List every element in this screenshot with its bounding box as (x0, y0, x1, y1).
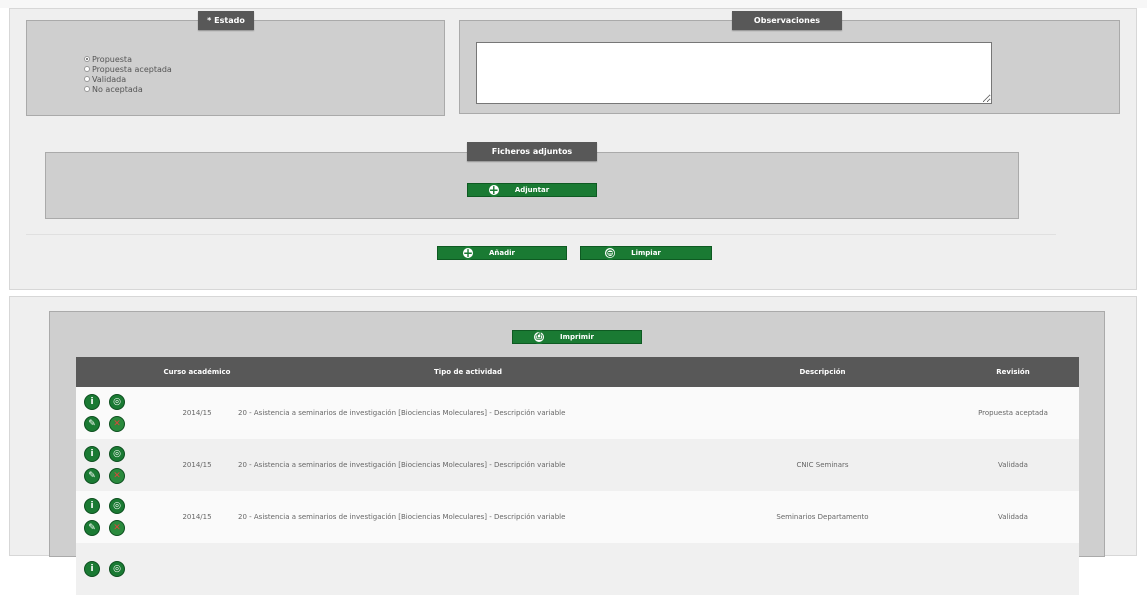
col-actions-header (76, 357, 156, 387)
radio-propuesta-aceptada-label: Propuesta aceptada (92, 64, 172, 74)
anadir-label: Añadir (489, 249, 515, 257)
edit-icon[interactable]: ✎ (84, 416, 100, 432)
col-curso-header: Curso académico (156, 357, 238, 387)
delete-icon[interactable]: ✕ (109, 416, 125, 432)
radio-validada-button[interactable] (84, 76, 90, 82)
radio-no-aceptada-button[interactable] (84, 86, 90, 92)
activities-table: Curso académico Tipo de actividad Descri… (76, 357, 1079, 595)
cell-descripcion: Seminarios Departamento (698, 491, 947, 543)
limpiar-button[interactable]: ⊜ Limpiar (580, 246, 712, 260)
cell-descripcion: CNIC Seminars (698, 439, 947, 491)
radio-no-aceptada-label: No aceptada (92, 84, 143, 94)
top-strip (0, 0, 1147, 8)
view-icon[interactable]: ◎ (109, 561, 125, 577)
view-icon[interactable]: ◎ (109, 446, 125, 462)
list-inner-panel: ⎙ Imprimir Curso académico Tipo de activ… (49, 311, 1105, 595)
add-icon: + (461, 246, 475, 260)
cell-tipo: 20 - Asistencia a seminarios de investig… (238, 439, 698, 491)
estado-fieldset: * Estado Propuesta Propuesta aceptada Va… (26, 11, 445, 116)
view-icon[interactable]: ◎ (109, 498, 125, 514)
radio-validada[interactable]: Validada (84, 74, 126, 84)
info-icon[interactable]: i (84, 446, 100, 462)
cell-revision: Validada (947, 439, 1079, 491)
list-panel: ⎙ Imprimir Curso académico Tipo de activ… (9, 296, 1137, 595)
view-icon[interactable]: ◎ (109, 394, 125, 410)
form-panel: * Estado Propuesta Propuesta aceptada Va… (9, 8, 1137, 290)
table-row: i ◎ ✎ ✕ 2014/15 20 - Asistencia a semina… (76, 491, 1079, 543)
delete-icon[interactable]: ✕ (109, 468, 125, 484)
cell-tipo (238, 543, 698, 595)
cell-curso: 2014/15 (156, 439, 238, 491)
cell-curso (156, 543, 238, 595)
table-row: i ◎ ✎ ✕ 2014/15 20 - Asistencia a semina… (76, 439, 1079, 491)
table-header: Curso académico Tipo de actividad Descri… (76, 357, 1079, 387)
cell-curso: 2014/15 (156, 387, 238, 439)
radio-validada-label: Validada (92, 74, 127, 84)
table-row: i ◎ (76, 543, 1079, 595)
col-descripcion-header: Descripción (698, 357, 947, 387)
adjuntar-label: Adjuntar (514, 186, 550, 194)
ficheros-fieldset: Ficheros adjuntos + Adjuntar (45, 142, 1019, 219)
imprimir-label: Imprimir (560, 333, 594, 341)
add-icon: + (486, 183, 501, 197)
adjuntar-button[interactable]: + Adjuntar (467, 183, 597, 197)
edit-icon[interactable]: ✎ (84, 468, 100, 484)
imprimir-button[interactable]: ⎙ Imprimir (512, 330, 642, 344)
cell-revision: Validada (947, 491, 1079, 543)
radio-propuesta-label: Propuesta (92, 54, 132, 64)
table-row: i ◎ ✎ ✕ 2014/15 20 - Asistencia a semina… (76, 387, 1079, 439)
clear-icon: ⊜ (603, 246, 618, 260)
col-revision-header: Revisión (947, 357, 1079, 387)
observaciones-legend: Observaciones (732, 11, 842, 30)
cell-revision (947, 543, 1079, 595)
delete-icon[interactable]: ✕ (109, 520, 125, 536)
print-icon: ⎙ (532, 330, 547, 344)
cell-revision: Propuesta aceptada (947, 387, 1079, 439)
radio-propuesta[interactable]: Propuesta (84, 54, 132, 64)
cell-descripcion (698, 387, 947, 439)
cell-descripcion (698, 543, 947, 595)
radio-propuesta-aceptada[interactable]: Propuesta aceptada (84, 64, 172, 74)
radio-propuesta-button[interactable] (84, 56, 90, 62)
cell-tipo: 20 - Asistencia a seminarios de investig… (238, 491, 698, 543)
info-icon[interactable]: i (84, 394, 100, 410)
radio-propuesta-aceptada-button[interactable] (84, 66, 90, 72)
row-actions: i ◎ ✎ ✕ (76, 491, 156, 543)
cell-curso: 2014/15 (156, 491, 238, 543)
edit-icon[interactable]: ✎ (84, 520, 100, 536)
anadir-button[interactable]: + Añadir (437, 246, 567, 260)
row-actions: i ◎ ✎ ✕ (76, 387, 156, 439)
divider (26, 234, 1056, 235)
row-actions: i ◎ (76, 543, 156, 595)
col-tipo-header: Tipo de actividad (238, 357, 698, 387)
radio-no-aceptada[interactable]: No aceptada (84, 84, 143, 94)
estado-legend: * Estado (198, 11, 254, 30)
row-actions: i ◎ ✎ ✕ (76, 439, 156, 491)
observaciones-textarea[interactable] (476, 42, 992, 104)
info-icon[interactable]: i (84, 561, 100, 577)
cell-tipo: 20 - Asistencia a seminarios de investig… (238, 387, 698, 439)
info-icon[interactable]: i (84, 498, 100, 514)
limpiar-label: Limpiar (631, 249, 661, 257)
observaciones-fieldset: Observaciones (459, 11, 1120, 114)
ficheros-legend: Ficheros adjuntos (467, 142, 597, 161)
